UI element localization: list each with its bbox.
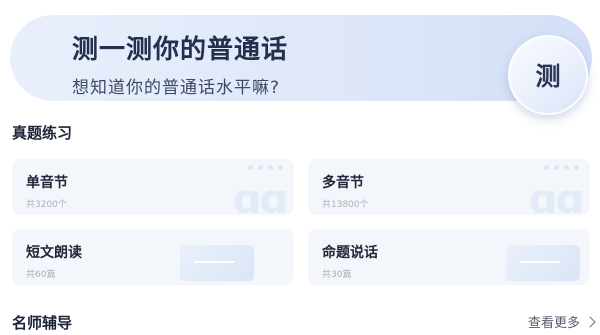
- card-count: 共30篇: [322, 270, 352, 280]
- banner-subtitle: 想知道你的普通话水平嘛?: [72, 78, 281, 98]
- decor-letters-icon: ɑɑ: [528, 177, 584, 215]
- banner-title: 测一测你的普通话: [72, 35, 289, 65]
- decor-dots-icon: [544, 165, 579, 170]
- card-count: 共3200个: [26, 200, 67, 210]
- card-title: 多音节: [322, 175, 364, 191]
- test-banner[interactable]: 测一测你的普通话 想知道你的普通话水平嘛? 测: [10, 15, 592, 115]
- decor-letters-icon: ɑɑ: [232, 177, 288, 215]
- card-count: 共13800个: [322, 200, 369, 210]
- card-title: 短文朗读: [26, 245, 82, 261]
- card-title: 单音节: [26, 175, 68, 191]
- card-title: 命题说话: [322, 245, 378, 261]
- decor-panel-icon: [180, 245, 254, 281]
- decor-dots-icon: [248, 165, 283, 170]
- decor-panel-icon: [506, 245, 580, 281]
- tutor-section-title: 名师辅导: [12, 314, 73, 332]
- view-more-label: 查看更多: [527, 316, 580, 331]
- card-single-syllable[interactable]: ɑɑ 单音节 共3200个: [12, 159, 294, 215]
- card-topic-speaking[interactable]: 命题说话 共30篇: [308, 229, 590, 285]
- view-more-link[interactable]: 查看更多: [527, 312, 596, 331]
- practice-section-title: 真题练习: [12, 124, 73, 142]
- card-multi-syllable[interactable]: ɑɑ 多音节 共13800个: [308, 159, 590, 215]
- start-test-button[interactable]: 测: [508, 35, 588, 115]
- chevron-right-icon: [584, 315, 596, 328]
- card-passage-reading[interactable]: 短文朗读 共60篇: [12, 229, 294, 285]
- card-count: 共60篇: [26, 270, 56, 280]
